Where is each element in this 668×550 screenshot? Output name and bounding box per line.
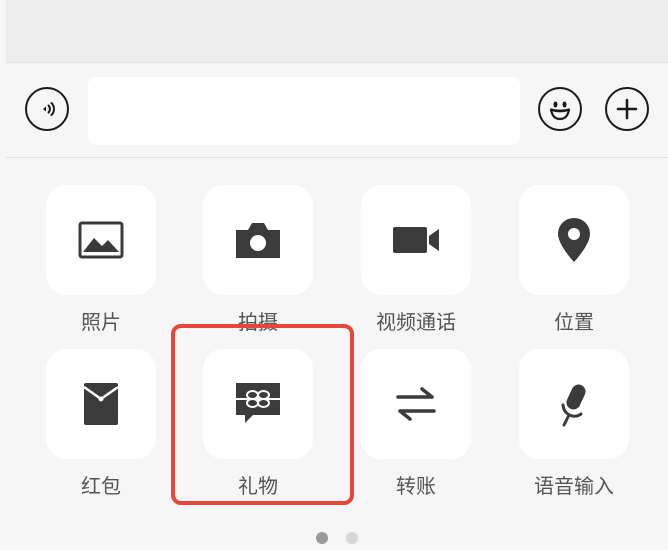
red-packet-label: 红包 (81, 474, 121, 498)
page-indicator-dot-2[interactable] (346, 532, 358, 544)
message-input[interactable] (88, 77, 520, 145)
emoji-button[interactable] (538, 87, 582, 131)
location-icon (558, 218, 590, 262)
red-packet-button[interactable] (46, 349, 156, 459)
camera-icon (236, 223, 280, 258)
video-call-button[interactable] (361, 185, 471, 295)
chat-area (6, 0, 668, 62)
transfer-icon (396, 387, 436, 421)
photo-icon (78, 221, 124, 259)
microphone-icon (561, 384, 586, 427)
location-label: 位置 (554, 310, 594, 334)
video-call-icon (393, 227, 439, 253)
photo-label: 照片 (81, 310, 121, 334)
voice-input-button[interactable] (25, 87, 69, 131)
red-packet-icon (83, 383, 119, 425)
input-bar (6, 62, 668, 158)
photo-button[interactable] (46, 185, 156, 295)
emoji-icon (549, 101, 571, 121)
voice-input-label: 语音输入 (534, 474, 614, 498)
video-call-label: 视频通话 (376, 310, 456, 334)
voice-input-icon (43, 102, 55, 116)
gift-highlight-box (171, 324, 354, 505)
camera-button[interactable] (203, 185, 313, 295)
more-button[interactable] (605, 87, 649, 131)
location-button[interactable] (519, 185, 629, 295)
transfer-label: 转账 (396, 474, 436, 498)
plus-icon (616, 98, 638, 120)
voice-input-tool-button[interactable] (519, 349, 629, 459)
transfer-button[interactable] (361, 349, 471, 459)
page-indicator-dot-1[interactable] (316, 532, 328, 544)
